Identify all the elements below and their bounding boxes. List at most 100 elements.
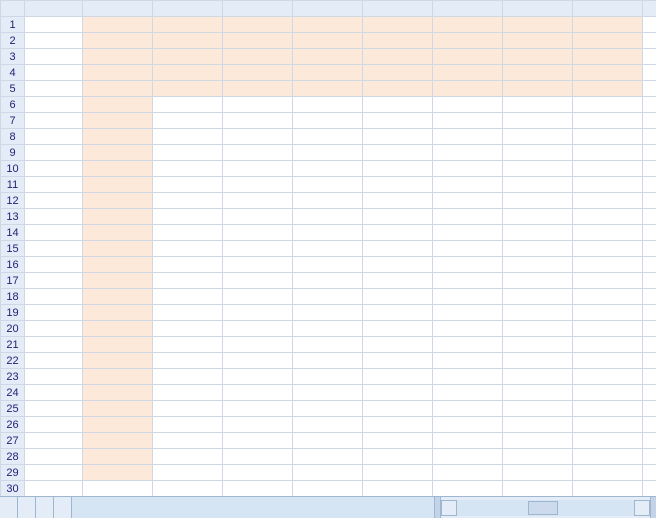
- row-header-14[interactable]: 14: [1, 225, 25, 241]
- cell-B13[interactable]: [83, 209, 153, 225]
- cell-A21[interactable]: [25, 337, 83, 353]
- cell-C5[interactable]: [153, 81, 223, 97]
- cell-A10[interactable]: [25, 161, 83, 177]
- cell-H3[interactable]: [503, 49, 573, 65]
- cell-C23[interactable]: [153, 369, 223, 385]
- cell-B1[interactable]: [83, 17, 153, 33]
- cell-B3[interactable]: [83, 49, 153, 65]
- cell-F4[interactable]: [363, 65, 433, 81]
- cell-A5[interactable]: [25, 81, 83, 97]
- cell-H9[interactable]: [503, 145, 573, 161]
- cell-J2[interactable]: [643, 33, 656, 49]
- cell-C30[interactable]: [153, 481, 223, 497]
- cell-H8[interactable]: [503, 129, 573, 145]
- row-header-28[interactable]: 28: [1, 449, 25, 465]
- cell-F14[interactable]: [363, 225, 433, 241]
- cell-J3[interactable]: [643, 49, 656, 65]
- pane-splitter[interactable]: [650, 497, 656, 518]
- cell-B9[interactable]: [83, 145, 153, 161]
- cell-D14[interactable]: [223, 225, 293, 241]
- column-header-F[interactable]: [363, 1, 433, 17]
- cell-H23[interactable]: [503, 369, 573, 385]
- cell-E11[interactable]: [293, 177, 363, 193]
- cell-C12[interactable]: [153, 193, 223, 209]
- row-header-12[interactable]: 12: [1, 193, 25, 209]
- cell-G29[interactable]: [433, 465, 503, 481]
- new-sheet-button[interactable]: [76, 497, 98, 518]
- cell-B7[interactable]: [83, 113, 153, 129]
- cell-D27[interactable]: [223, 433, 293, 449]
- cell-D18[interactable]: [223, 289, 293, 305]
- cell-H12[interactable]: [503, 193, 573, 209]
- cell-A24[interactable]: [25, 385, 83, 401]
- cell-H6[interactable]: [503, 97, 573, 113]
- cell-E6[interactable]: [293, 97, 363, 113]
- cell-C13[interactable]: [153, 209, 223, 225]
- cell-C29[interactable]: [153, 465, 223, 481]
- cell-G22[interactable]: [433, 353, 503, 369]
- cell-B19[interactable]: [83, 305, 153, 321]
- cell-I28[interactable]: [573, 449, 643, 465]
- cell-D3[interactable]: [223, 49, 293, 65]
- cell-G9[interactable]: [433, 145, 503, 161]
- cell-E28[interactable]: [293, 449, 363, 465]
- cell-F28[interactable]: [363, 449, 433, 465]
- cell-I6[interactable]: [573, 97, 643, 113]
- cell-F19[interactable]: [363, 305, 433, 321]
- cell-I14[interactable]: [573, 225, 643, 241]
- cell-E19[interactable]: [293, 305, 363, 321]
- cell-F22[interactable]: [363, 353, 433, 369]
- cell-E26[interactable]: [293, 417, 363, 433]
- cell-I19[interactable]: [573, 305, 643, 321]
- cell-A2[interactable]: [25, 33, 83, 49]
- cell-A12[interactable]: [25, 193, 83, 209]
- cell-E4[interactable]: [293, 65, 363, 81]
- cell-G8[interactable]: [433, 129, 503, 145]
- cell-E21[interactable]: [293, 337, 363, 353]
- cell-E25[interactable]: [293, 401, 363, 417]
- cell-B10[interactable]: [83, 161, 153, 177]
- cell-H22[interactable]: [503, 353, 573, 369]
- cell-J27[interactable]: [643, 433, 656, 449]
- cell-G1[interactable]: [433, 17, 503, 33]
- cell-E23[interactable]: [293, 369, 363, 385]
- cell-G5[interactable]: [433, 81, 503, 97]
- cell-F16[interactable]: [363, 257, 433, 273]
- row-header-4[interactable]: 4: [1, 65, 25, 81]
- cell-F25[interactable]: [363, 401, 433, 417]
- cell-H5[interactable]: [503, 81, 573, 97]
- cell-E8[interactable]: [293, 129, 363, 145]
- cell-C19[interactable]: [153, 305, 223, 321]
- cell-H10[interactable]: [503, 161, 573, 177]
- cell-D21[interactable]: [223, 337, 293, 353]
- row-header-16[interactable]: 16: [1, 257, 25, 273]
- cell-G19[interactable]: [433, 305, 503, 321]
- select-all-cell[interactable]: [1, 1, 25, 17]
- cell-B8[interactable]: [83, 129, 153, 145]
- cell-B14[interactable]: [83, 225, 153, 241]
- cell-G13[interactable]: [433, 209, 503, 225]
- cell-G28[interactable]: [433, 449, 503, 465]
- cell-D30[interactable]: [223, 481, 293, 497]
- cell-B4[interactable]: [83, 65, 153, 81]
- row-header-30[interactable]: 30: [1, 481, 25, 497]
- cell-H17[interactable]: [503, 273, 573, 289]
- cell-J18[interactable]: [643, 289, 656, 305]
- cell-D10[interactable]: [223, 161, 293, 177]
- cell-A14[interactable]: [25, 225, 83, 241]
- cell-E24[interactable]: [293, 385, 363, 401]
- row-header-13[interactable]: 13: [1, 209, 25, 225]
- cell-A17[interactable]: [25, 273, 83, 289]
- cell-J21[interactable]: [643, 337, 656, 353]
- cell-H21[interactable]: [503, 337, 573, 353]
- cell-J4[interactable]: [643, 65, 656, 81]
- cell-C25[interactable]: [153, 401, 223, 417]
- cell-E12[interactable]: [293, 193, 363, 209]
- row-header-9[interactable]: 9: [1, 145, 25, 161]
- cell-I7[interactable]: [573, 113, 643, 129]
- cell-J10[interactable]: [643, 161, 656, 177]
- cell-C11[interactable]: [153, 177, 223, 193]
- row-header-8[interactable]: 8: [1, 129, 25, 145]
- cell-F20[interactable]: [363, 321, 433, 337]
- cell-G2[interactable]: [433, 33, 503, 49]
